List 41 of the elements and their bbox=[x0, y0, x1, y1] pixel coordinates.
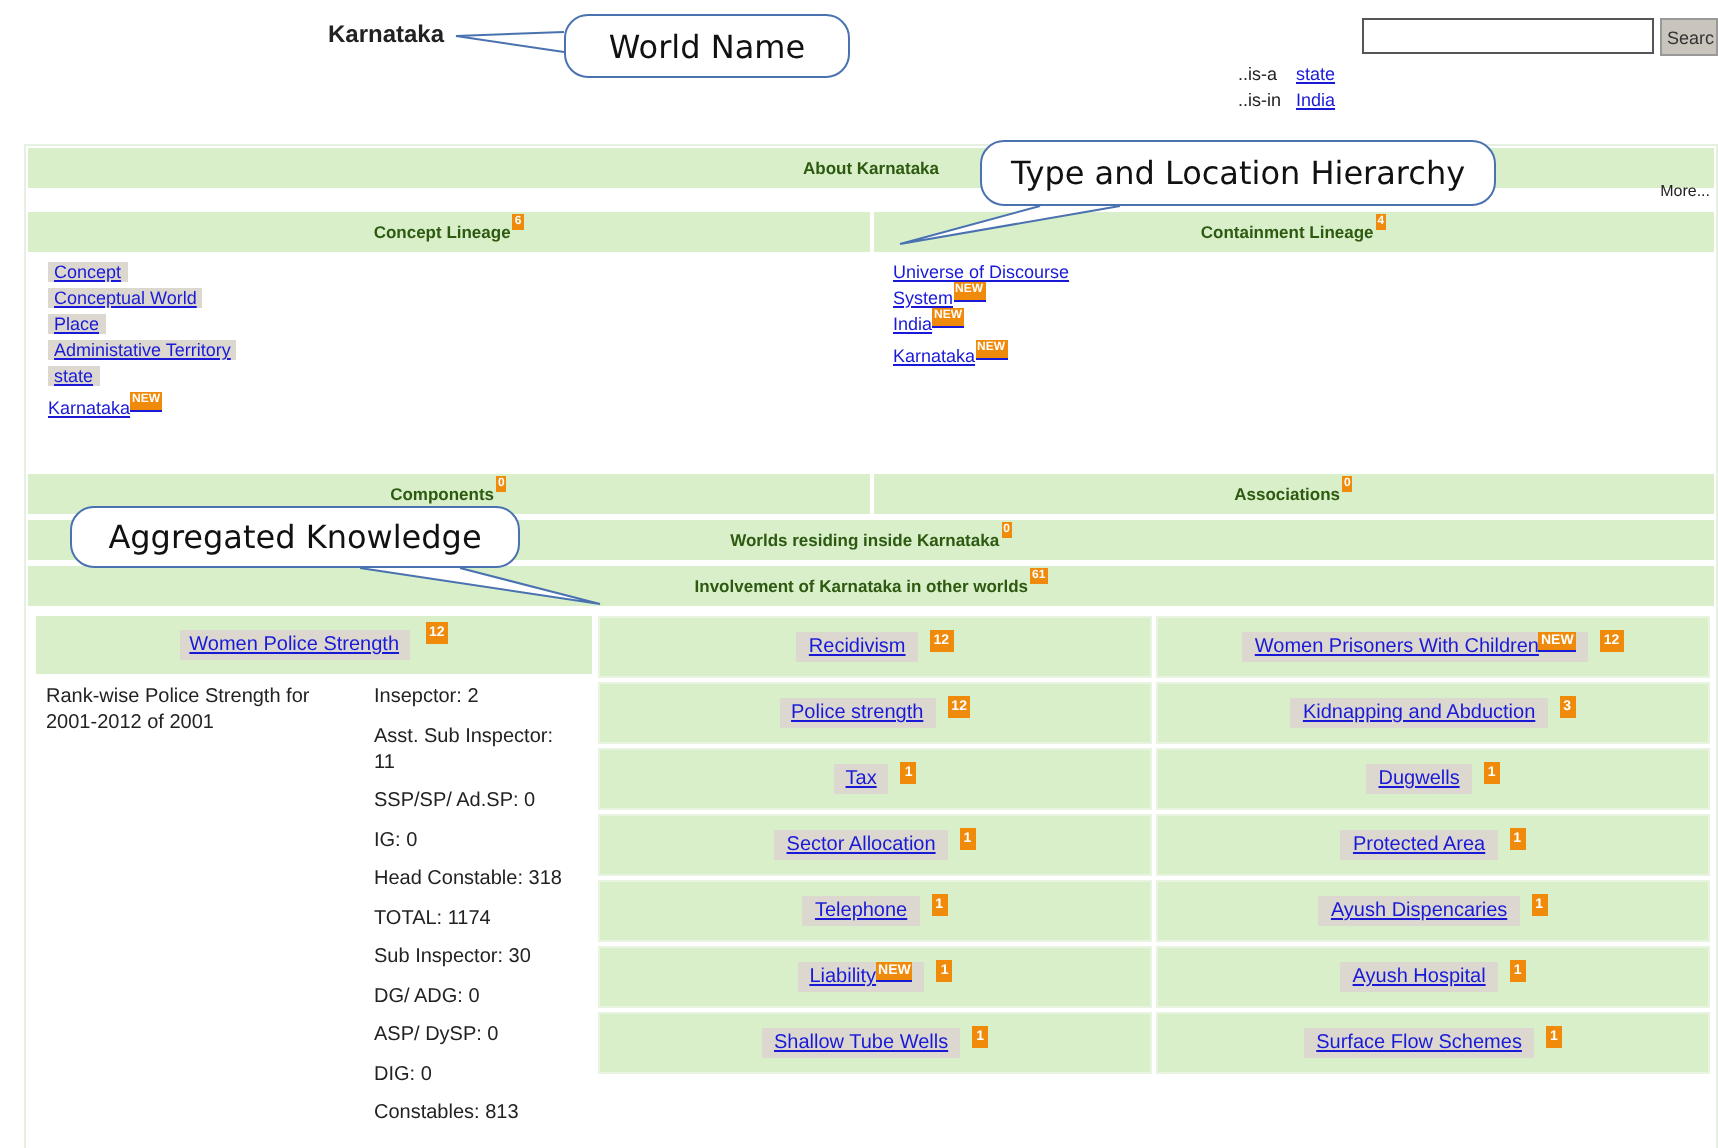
lineage-link[interactable]: Karnataka bbox=[48, 398, 131, 418]
world-link[interactable]: Women Police Strength bbox=[179, 630, 410, 660]
world-link[interactable]: Women Prisoners With Children bbox=[1254, 636, 1539, 658]
statistic-value: Constables: 813 bbox=[374, 1100, 521, 1126]
lineage-link[interactable]: state bbox=[48, 366, 100, 386]
lineage-link[interactable]: India bbox=[893, 314, 933, 334]
lineage-link[interactable]: Karnataka bbox=[893, 346, 976, 366]
relation-link[interactable]: state bbox=[1296, 64, 1336, 84]
more-link[interactable]: More... bbox=[1660, 182, 1710, 200]
statistic-value: SSP/SP/ Ad.SP: 0 bbox=[374, 788, 538, 814]
statistic-value: DIG: 0 bbox=[374, 1061, 434, 1087]
lineage-link[interactable]: Concept bbox=[48, 262, 128, 282]
section-title: Concept Lineage bbox=[373, 222, 511, 242]
relation-label: ..is-in bbox=[1238, 90, 1282, 110]
callout: World Name bbox=[564, 14, 850, 78]
statistic-value: Head Constable: 318 bbox=[374, 866, 564, 892]
section-title: Containment Lineage bbox=[1200, 222, 1374, 242]
section-title: Involvement of Karnataka in other worlds bbox=[694, 576, 1029, 596]
lineage-link[interactable]: System bbox=[893, 288, 954, 308]
section-title: Associations bbox=[1234, 484, 1341, 504]
callout-pointer bbox=[455, 31, 565, 53]
search-field[interactable] bbox=[1362, 18, 1655, 54]
section-title: Components bbox=[390, 484, 495, 504]
lineage-link[interactable]: Universe of Discourse bbox=[893, 262, 1070, 282]
statistic-value: Asst. Sub Inspector: 11 bbox=[374, 723, 555, 775]
relation-label: ..is-a bbox=[1238, 64, 1280, 84]
world-description: Rank-wise Police Strength for 2001-2012 of 2001 bbox=[46, 684, 312, 738]
search-button[interactable]: Searc bbox=[1660, 18, 1718, 56]
world-link[interactable]: Liability bbox=[809, 966, 877, 988]
lineage-link[interactable]: Administative Territory bbox=[48, 340, 237, 360]
world-title: Karnataka bbox=[328, 20, 445, 48]
relation-link[interactable]: India bbox=[1296, 90, 1336, 110]
lineage-link[interactable]: Conceptual World bbox=[48, 288, 203, 308]
statistic-value: TOTAL: 1174 bbox=[374, 905, 493, 931]
lineage-link[interactable]: Place bbox=[48, 314, 106, 334]
statistic-value: IG: 0 bbox=[374, 827, 420, 853]
statistic-value: DG/ ADG: 0 bbox=[374, 983, 482, 1009]
statistic-value: Sub Inspector: 30 bbox=[374, 944, 533, 970]
statistic-value: Insepctor: 2 bbox=[374, 684, 481, 710]
statistic-value: ASP/ DySP: 0 bbox=[374, 1022, 501, 1048]
section-title: Worlds residing inside Karnataka bbox=[730, 530, 1000, 550]
